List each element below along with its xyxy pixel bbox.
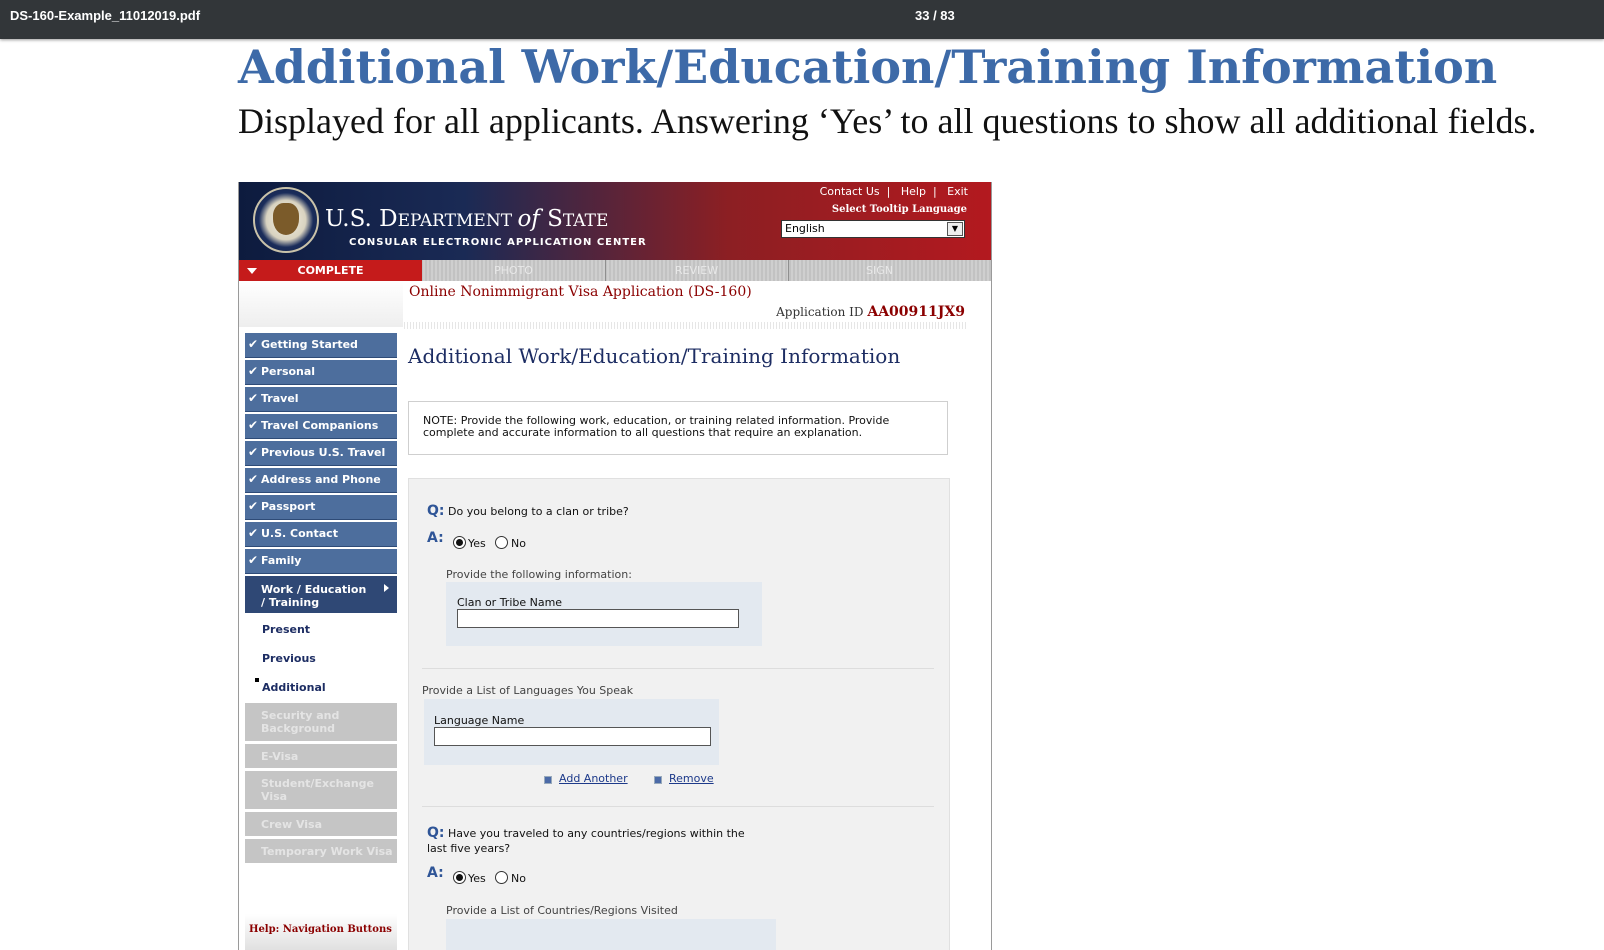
q1-question: Q: Do you belong to a clan or tribe? <box>427 503 629 519</box>
page-title: Additional Work/Education/Training Infor… <box>408 344 901 368</box>
q2-yes-radio[interactable] <box>453 871 466 884</box>
exit-link[interactable]: Exit <box>940 185 975 198</box>
nav-item-work-education[interactable]: Work / Education / Training <box>245 576 397 613</box>
nav-item-temporary-work-visa: Temporary Work Visa <box>245 839 397 864</box>
nav-item-previous-us-travel[interactable]: ✔ Previous U.S. Travel <box>245 441 397 466</box>
header-links: Contact Us | Help | Exit <box>813 185 975 198</box>
page-indicator[interactable]: 33 / 83 <box>915 8 955 23</box>
nav-item-security-background: Security and Background <box>245 703 397 742</box>
contact-us-link[interactable]: Contact Us <box>813 185 887 198</box>
slide-subtitle: Displayed for all applicants. Answering … <box>238 101 1537 141</box>
nav-header-cap <box>239 281 403 327</box>
clan-name-input[interactable] <box>457 609 739 628</box>
check-icon: ✔ <box>248 418 259 432</box>
q2-no-label: No <box>511 872 526 885</box>
language-selected: English <box>785 222 825 235</box>
check-icon: ✔ <box>248 526 259 540</box>
q2-question: Q: Have you traveled to any countries/re… <box>427 825 745 855</box>
countries-field-box <box>446 919 776 950</box>
subnav-previous[interactable]: Previous <box>262 652 316 665</box>
minus-icon[interactable] <box>654 776 662 784</box>
nav-item-personal[interactable]: ✔ Personal <box>245 360 397 385</box>
q2-yes-label: Yes <box>468 872 486 885</box>
q1-yes-radio[interactable] <box>453 536 466 549</box>
nav-item-travel-companions[interactable]: ✔ Travel Companions <box>245 414 397 439</box>
q1-no-radio[interactable] <box>495 536 508 549</box>
subnav-present[interactable]: Present <box>262 623 310 636</box>
chevron-down-icon[interactable]: ▼ <box>947 222 963 236</box>
note-text: NOTE: Provide the following work, educat… <box>423 414 890 439</box>
check-icon: ✔ <box>248 472 259 486</box>
ds160-screenshot: Contact Us | Help | Exit U.S. DEPARTMENT o… <box>238 182 992 950</box>
department-name: U.S. DEPARTMENT of STATE <box>325 206 609 232</box>
subnav-additional[interactable]: Additional <box>262 681 326 694</box>
help-navigation-box: Help: Navigation Buttons <box>245 914 397 950</box>
tab-review[interactable]: REVIEW <box>605 260 788 281</box>
nav-item-family[interactable]: ✔ Family <box>245 549 397 574</box>
check-icon: ✔ <box>248 391 259 405</box>
tab-photo[interactable]: PHOTO <box>422 260 605 281</box>
check-icon: ✔ <box>248 337 259 351</box>
triangle-down-icon <box>247 268 257 274</box>
application-id: Application ID AA00911JX9 <box>776 304 965 320</box>
add-another-link[interactable]: Add Another <box>559 772 628 785</box>
check-icon: ✔ <box>248 445 259 459</box>
nav-item-address-phone[interactable]: ✔ Address and Phone <box>245 468 397 493</box>
pdf-filename: DS-160-Example_11012019.pdf <box>10 8 201 23</box>
clan-field-label: Clan or Tribe Name <box>457 596 563 609</box>
application-title: Online Nonimmigrant Visa Application (DS… <box>409 284 752 300</box>
q1-subhead: Provide the following information: <box>446 568 632 581</box>
note-box: NOTE: Provide the following work, educat… <box>408 401 948 455</box>
application-id-value: AA00911JX9 <box>867 304 965 320</box>
check-icon: ✔ <box>248 499 259 513</box>
remove-link[interactable]: Remove <box>669 772 714 785</box>
nav-item-student-exchange: Student/Exchange Visa <box>245 771 397 810</box>
language-name-input[interactable] <box>434 727 711 746</box>
current-marker-icon <box>255 678 259 682</box>
progress-tabs: COMPLETE PHOTO REVIEW SIGN <box>239 260 991 281</box>
section-divider <box>422 668 934 669</box>
nav-item-travel[interactable]: ✔ Travel <box>245 387 397 412</box>
q1-yes-label: Yes <box>468 537 486 550</box>
chevron-right-icon <box>384 584 389 592</box>
q2-subhead: Provide a List of Countries/Regions Visi… <box>446 904 678 917</box>
tab-complete[interactable]: COMPLETE <box>239 260 422 281</box>
languages-subhead: Provide a List of Languages You Speak <box>422 684 634 697</box>
site-header: Contact Us | Help | Exit U.S. DEPARTMENT o… <box>239 182 991 260</box>
q2-no-radio[interactable] <box>495 871 508 884</box>
q2-answer-marker: A: <box>427 865 444 881</box>
nav-item-evisa: E-Visa <box>245 744 397 769</box>
check-icon: ✔ <box>248 364 259 378</box>
nav-item-us-contact[interactable]: ✔ U.S. Contact <box>245 522 397 547</box>
state-department-seal <box>253 187 319 253</box>
nav-item-passport[interactable]: ✔ Passport <box>245 495 397 520</box>
slide-title: Additional Work/Education/Training Infor… <box>238 40 1498 94</box>
help-link[interactable]: Help <box>894 185 933 198</box>
nav-item-getting-started[interactable]: ✔ Getting Started <box>245 333 397 358</box>
language-field-label: Language Name <box>434 714 525 727</box>
section-divider <box>422 806 934 807</box>
title-divider <box>404 322 966 329</box>
tooltip-language-label: Select Tooltip Language <box>831 204 967 215</box>
tab-sign[interactable]: SIGN <box>788 260 971 281</box>
check-icon: ✔ <box>248 553 259 567</box>
q1-no-label: No <box>511 537 526 550</box>
q1-answer-marker: A: <box>427 530 444 546</box>
nav-item-crew-visa: Crew Visa <box>245 812 397 837</box>
plus-icon[interactable] <box>544 776 552 784</box>
pdf-toolbar: DS-160-Example_11012019.pdf 33 / 83 <box>0 0 1604 39</box>
language-select[interactable]: English ▼ <box>781 220 965 238</box>
consular-center-label: CONSULAR ELECTRONIC APPLICATION CENTER <box>349 237 647 248</box>
